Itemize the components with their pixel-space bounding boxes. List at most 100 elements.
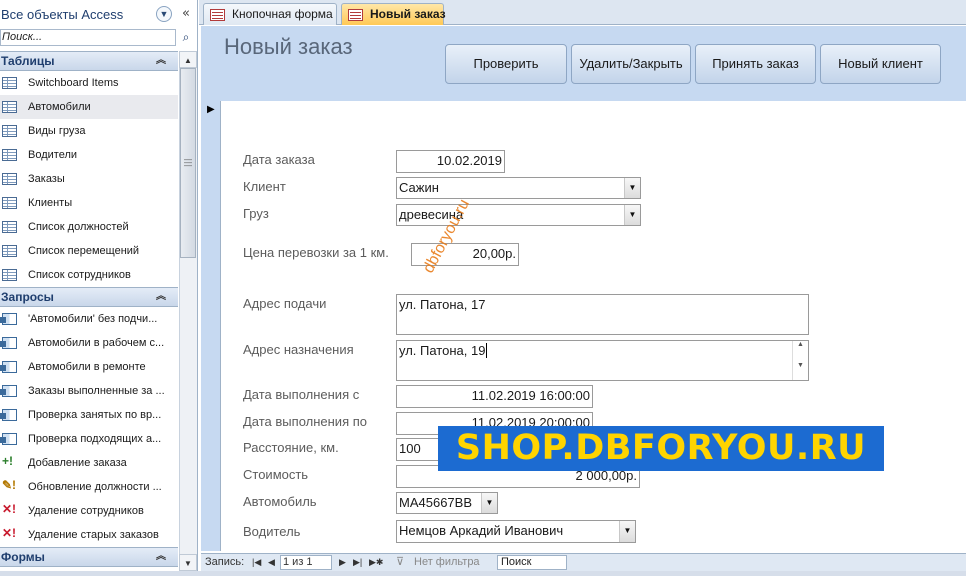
- chevron-down-icon[interactable]: ▼: [481, 493, 497, 513]
- nav-group-tables[interactable]: Таблицы ︽: [0, 51, 178, 71]
- collapse-group-icon[interactable]: ︽: [156, 52, 166, 70]
- nav-item-query[interactable]: ✕! Удаление старых заказов: [0, 523, 178, 547]
- cargo-combobox[interactable]: древесина ▼: [396, 204, 641, 226]
- record-selector[interactable]: [201, 101, 221, 551]
- table-icon: [2, 173, 17, 185]
- tab-new-order[interactable]: Новый заказ: [341, 3, 446, 25]
- nav-search-input[interactable]: Поиск...: [0, 29, 176, 46]
- nav-item-query[interactable]: Проверка подходящих а...: [0, 427, 178, 451]
- nav-item-table[interactable]: Заказы: [0, 167, 178, 191]
- nav-item-query[interactable]: Заказы выполненные за ...: [0, 379, 178, 403]
- table-icon: [2, 149, 17, 161]
- scroll-up-icon[interactable]: ▲: [179, 51, 197, 68]
- date-from-field[interactable]: 11.02.2019 16:00:00: [396, 385, 593, 408]
- collapse-group-icon[interactable]: ︽: [156, 548, 166, 566]
- horizontal-scrollbar[interactable]: [0, 571, 966, 576]
- nav-item-table[interactable]: Switchboard Items: [0, 71, 178, 95]
- delete-query-icon: ✕!: [2, 526, 17, 540]
- nav-item-table[interactable]: Список сотрудников: [0, 263, 178, 287]
- order-date-label: Дата заказа: [243, 152, 315, 167]
- table-icon: [2, 197, 17, 209]
- grip-icon: — — —: [184, 155, 192, 170]
- update-query-icon: ✎!: [2, 478, 17, 492]
- nav-pane-title[interactable]: Все объекты Access: [0, 4, 178, 26]
- nav-group-queries[interactable]: Запросы ︽: [0, 287, 178, 307]
- query-icon: [0, 361, 17, 373]
- query-icon: [0, 409, 17, 421]
- next-record-icon[interactable]: ▶: [339, 554, 346, 571]
- text-cursor: [486, 343, 488, 358]
- nav-item-query[interactable]: Автомобили в ремонте: [0, 355, 178, 379]
- car-combobox[interactable]: МА45667ВВ ▼: [396, 492, 498, 514]
- record-search-input[interactable]: Поиск: [497, 555, 567, 570]
- delete-close-button[interactable]: Удалить/Закрыть: [571, 44, 691, 84]
- chevron-down-icon[interactable]: ▼: [156, 6, 172, 22]
- car-label: Автомобиль: [243, 494, 317, 509]
- watermark-banner: SHOP.DBFORYOU.RU: [438, 426, 884, 471]
- table-icon: [2, 125, 17, 137]
- distance-label: Расстояние, км.: [243, 440, 339, 455]
- chevron-down-icon[interactable]: ▼: [624, 205, 640, 225]
- table-icon: [2, 101, 17, 113]
- accept-order-button[interactable]: Принять заказ: [695, 44, 816, 84]
- last-record-icon[interactable]: ▶|: [353, 554, 362, 571]
- record-position-field[interactable]: 1 из 1: [280, 555, 332, 570]
- chevron-down-icon[interactable]: ▼: [624, 178, 640, 198]
- nav-item-table[interactable]: Список должностей: [0, 215, 178, 239]
- client-label: Клиент: [243, 179, 286, 194]
- append-query-icon: +!: [2, 454, 14, 468]
- driver-combobox[interactable]: Немцов Аркадий Иванович ▼: [396, 520, 636, 543]
- tab-switchboard[interactable]: Кнопочная форма: [203, 3, 337, 25]
- table-icon: [2, 269, 17, 281]
- cost-label: Стоимость: [243, 467, 309, 482]
- search-icon[interactable]: ⌕: [178, 29, 194, 46]
- collapse-pane-icon[interactable]: «: [178, 6, 194, 22]
- query-icon: [0, 433, 17, 445]
- nav-item-query[interactable]: 'Автомобили' без подчи...: [0, 307, 178, 331]
- pickup-address-field[interactable]: ул. Патона, 17: [396, 294, 809, 335]
- nav-item-query[interactable]: ✎! Обновление должности ...: [0, 475, 178, 499]
- pickup-label: Адрес подачи: [243, 296, 327, 311]
- memo-scrollbar[interactable]: ▲ ▼: [792, 341, 808, 380]
- table-icon: [2, 245, 17, 257]
- date-from-label: Дата выполнения с: [243, 387, 360, 402]
- destination-label: Адрес назначения: [243, 342, 354, 357]
- destination-address-field[interactable]: ул. Патона, 19 ▲ ▼: [396, 340, 809, 381]
- query-icon: [0, 385, 17, 397]
- table-icon: [2, 221, 17, 233]
- nav-item-query[interactable]: ✕! Удаление сотрудников: [0, 499, 178, 523]
- query-icon: [0, 313, 17, 325]
- nav-group-forms[interactable]: Формы ︽: [0, 547, 178, 567]
- price-label: Цена перевозки за 1 км.: [243, 245, 389, 260]
- client-combobox[interactable]: Сажин ▼: [396, 177, 641, 199]
- nav-item-table[interactable]: Клиенты: [0, 191, 178, 215]
- table-icon: [2, 77, 17, 89]
- nav-item-query[interactable]: Автомобили в рабочем с...: [0, 331, 178, 355]
- filter-icon[interactable]: ⊽: [396, 554, 404, 571]
- new-client-button[interactable]: Новый клиент: [820, 44, 941, 84]
- nav-item-table[interactable]: Автомобили: [0, 95, 178, 119]
- check-button[interactable]: Проверить: [445, 44, 567, 84]
- nav-item-query[interactable]: Проверка занятых по вр...: [0, 403, 178, 427]
- new-record-icon[interactable]: ▶✱: [369, 554, 383, 571]
- chevron-down-icon[interactable]: ▼: [619, 521, 635, 542]
- nav-item-table[interactable]: Список перемещений: [0, 239, 178, 263]
- query-icon: [0, 337, 17, 349]
- cargo-label: Груз: [243, 206, 269, 221]
- nav-item-table[interactable]: Водители: [0, 143, 178, 167]
- record-label: Запись:: [205, 556, 245, 568]
- delete-query-icon: ✕!: [2, 502, 17, 516]
- nav-object-list: Таблицы ︽ Switchboard Items Автомобили Ви…: [0, 51, 178, 571]
- driver-label: Водитель: [243, 524, 301, 539]
- form-icon: [210, 9, 225, 21]
- filter-status[interactable]: Нет фильтра: [414, 554, 480, 571]
- first-record-icon[interactable]: |◀: [252, 554, 261, 571]
- order-date-field[interactable]: 10.02.2019: [396, 150, 505, 173]
- nav-item-query[interactable]: +! Добавление заказа: [0, 451, 178, 475]
- date-to-label: Дата выполнения по: [243, 414, 367, 429]
- collapse-group-icon[interactable]: ︽: [156, 288, 166, 306]
- current-record-icon: ▶: [207, 104, 215, 115]
- nav-item-table[interactable]: Виды груза: [0, 119, 178, 143]
- previous-record-icon[interactable]: ◀: [268, 554, 275, 571]
- scroll-down-icon[interactable]: ▼: [179, 554, 197, 571]
